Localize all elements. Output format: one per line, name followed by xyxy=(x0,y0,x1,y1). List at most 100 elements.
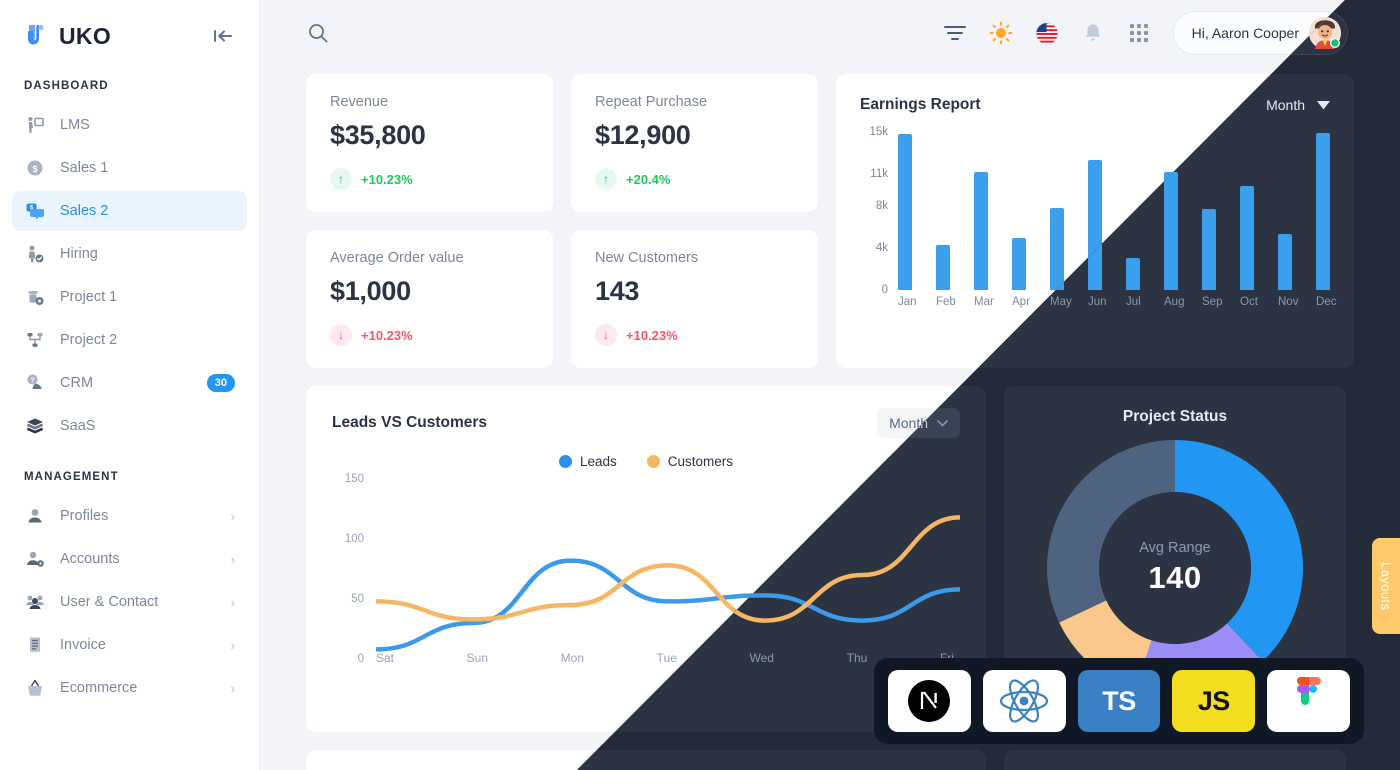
stat-value: $1,000 xyxy=(330,276,411,306)
sidebar-item-lms[interactable]: LMS xyxy=(12,105,247,145)
bar-x-tick: Aug xyxy=(1164,296,1185,308)
stat-card-repeat-purchase[interactable]: Repeat Purchase $12,900 ↑ +20.4% xyxy=(571,74,818,212)
bar-column[interactable] xyxy=(1316,132,1330,290)
apps-grid-icon[interactable] xyxy=(1127,21,1151,45)
sidebar-item-project-2[interactable]: Project 2 xyxy=(12,320,247,360)
bar xyxy=(1012,238,1026,290)
sidebar-item-label: LMS xyxy=(60,117,90,133)
bar-column[interactable] xyxy=(1164,132,1178,290)
avg-range-label: Avg Range xyxy=(1139,540,1211,556)
stat-delta-text: +10.23% xyxy=(361,327,413,343)
sidebar-item-invoice[interactable]: Invoice › xyxy=(12,625,247,665)
project-nodes-icon xyxy=(24,329,46,351)
sun-theme-icon[interactable] xyxy=(989,21,1013,45)
basket-icon xyxy=(24,677,46,699)
user-avatar[interactable] xyxy=(1309,17,1341,49)
line-y-tick: 150 xyxy=(344,473,364,485)
leads-line-chart: 050100150 SatSunMonTueWedThuFri xyxy=(332,473,960,689)
bar-column[interactable] xyxy=(1202,132,1216,290)
filter-lines-icon[interactable] xyxy=(943,21,967,45)
bar-column[interactable] xyxy=(974,132,988,290)
bar-x-tick: Oct xyxy=(1240,296,1258,308)
brand[interactable]: UKO xyxy=(24,22,111,50)
sidebar-item-sales-2[interactable]: $ Sales 2 xyxy=(12,191,247,231)
line-y-tick: 50 xyxy=(351,593,364,605)
bar-column[interactable] xyxy=(1126,132,1140,290)
topbar-actions: Hi, Aaron Cooper xyxy=(943,11,1348,55)
sidebar-item-label: Project 1 xyxy=(60,289,118,305)
sidebar-item-sales-1[interactable]: $ Sales 1 xyxy=(12,148,247,188)
chevron-down-icon xyxy=(937,419,948,426)
uko-logo-icon xyxy=(24,22,50,50)
sidebar-item-saas[interactable]: SaaS xyxy=(12,406,247,446)
sidebar-item-label: Ecommerce xyxy=(60,680,138,696)
chevron-right-icon: › xyxy=(230,637,235,653)
avg-range-value: 140 xyxy=(1148,560,1202,595)
legend-item-customers[interactable]: Customers xyxy=(646,454,733,469)
bar-column[interactable] xyxy=(1050,132,1064,290)
sidebar-item-label: User & Contact xyxy=(60,594,159,610)
sidebar-item-hiring[interactable]: Hiring xyxy=(12,234,247,274)
stat-card-average-order-value[interactable]: Average Order value $1,000 ↓ +10.23% xyxy=(306,230,553,368)
bar-column[interactable] xyxy=(1088,132,1102,290)
user-gear-icon xyxy=(24,548,46,570)
bar-column[interactable] xyxy=(1278,132,1292,290)
legend-dot-leads xyxy=(558,455,572,468)
figma-logo[interactable] xyxy=(1267,670,1350,732)
leads-range-select[interactable]: Month xyxy=(877,408,960,438)
collapse-sidebar-icon[interactable] xyxy=(213,27,235,45)
typescript-logo[interactable]: TS xyxy=(1077,670,1161,732)
bar xyxy=(898,134,912,290)
sidebar-item-accounts[interactable]: Accounts › xyxy=(12,539,247,579)
bar-column[interactable] xyxy=(936,132,950,290)
sidebar-item-project-1[interactable]: Project 1 xyxy=(12,277,247,317)
user-greeting-button[interactable]: Hi, Aaron Cooper xyxy=(1172,11,1348,55)
stat-card-revenue[interactable]: Revenue $35,800 ↑ +10.23% xyxy=(306,74,553,212)
bell-notification-icon[interactable] xyxy=(1081,21,1105,45)
leads-header: Leads VS Customers Month xyxy=(332,408,960,438)
main-area: Hi, Aaron Cooper xyxy=(260,0,1400,770)
top-row: Revenue $35,800 ↑ +10.23% Repeat Purchas… xyxy=(306,74,1354,368)
bar xyxy=(1316,133,1330,290)
chevron-right-icon: › xyxy=(230,680,235,696)
sidebar-item-label: Accounts xyxy=(60,551,120,567)
earnings-range-select[interactable]: Month xyxy=(1266,97,1330,113)
bar xyxy=(936,244,950,290)
sidebar-header: UKO xyxy=(0,0,259,58)
nextjs-logo[interactable] xyxy=(888,670,971,732)
stat-delta-text: +10.23% xyxy=(626,327,678,343)
earnings-range-label: Month xyxy=(1266,97,1305,113)
bottom-card-right xyxy=(1004,750,1346,770)
line-series-customers xyxy=(376,515,960,623)
project-box-icon xyxy=(24,286,46,308)
tech-stack-badges: TS JS xyxy=(874,658,1364,744)
layouts-tab-button[interactable]: Layouts xyxy=(1372,538,1400,634)
bar-y-tick: 0 xyxy=(881,284,888,296)
sidebar-item-label: Hiring xyxy=(60,246,98,262)
us-flag-icon[interactable] xyxy=(1035,21,1059,45)
sidebar-item-ecommerce[interactable]: Ecommerce › xyxy=(12,668,247,708)
legend-item-leads[interactable]: Leads xyxy=(558,454,617,469)
line-x-tick: Sun xyxy=(466,651,489,665)
svg-text:?: ? xyxy=(30,377,34,384)
bar-column[interactable] xyxy=(1240,132,1254,290)
users-icon xyxy=(24,591,46,613)
bar-x-tick: Dec xyxy=(1316,296,1337,308)
greeting-text: Hi, Aaron Cooper xyxy=(1191,25,1299,41)
chevron-right-icon: › xyxy=(230,594,235,610)
bar-column[interactable] xyxy=(1012,132,1026,290)
javascript-logo[interactable]: JS xyxy=(1172,670,1256,732)
sidebar-item-crm[interactable]: ? CRM 30 xyxy=(12,363,247,403)
stat-card-new-customers[interactable]: New Customers 143 ↓ +10.23% xyxy=(571,230,818,368)
react-logo[interactable] xyxy=(982,670,1066,732)
search-icon[interactable] xyxy=(306,21,330,45)
bar-column[interactable] xyxy=(898,132,912,290)
sidebar-item-profiles[interactable]: Profiles › xyxy=(12,496,247,536)
project-status-title: Project Status xyxy=(1122,408,1228,425)
sidebar-item-user-contact[interactable]: User & Contact › xyxy=(12,582,247,622)
crm-icon: ? xyxy=(24,372,46,394)
stat-delta: ↓ +10.23% xyxy=(595,324,794,346)
caret-down-icon xyxy=(1317,100,1330,109)
layouts-tab-label: Layouts xyxy=(1378,561,1394,611)
app-root: UKO DASHBOARD LMS $ Sales 1 $ Sales 2 Hi… xyxy=(0,0,1400,770)
